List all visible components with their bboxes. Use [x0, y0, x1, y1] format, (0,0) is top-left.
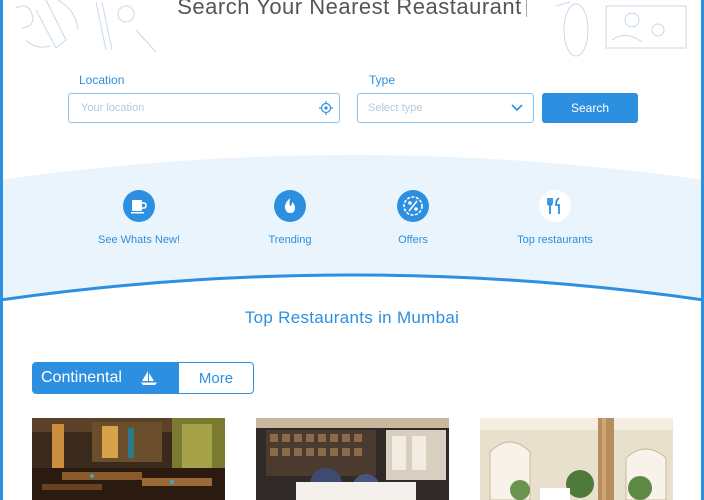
feature-label: See Whats New! — [98, 234, 180, 246]
sailboat-icon — [140, 371, 157, 385]
hero-title: Search Your Nearest Reastaurant — [0, 0, 704, 20]
feature-label: Top restaurants — [517, 234, 593, 246]
chevron-down-icon — [511, 104, 523, 112]
restaurant-card[interactable] — [480, 418, 673, 500]
restaurant-photo — [256, 418, 449, 500]
location-input[interactable] — [79, 101, 303, 115]
hero-title-text: Search Your Nearest Reastaurant — [177, 0, 522, 19]
restaurant-card[interactable] — [256, 418, 449, 500]
restaurant-card[interactable] — [32, 418, 225, 500]
flame-icon — [284, 198, 295, 213]
feature-icon-circle — [539, 190, 571, 222]
feature-icon-circle — [274, 190, 306, 222]
cup-icon — [131, 200, 147, 214]
feature-icon-circle — [397, 190, 429, 222]
restaurant-photo — [32, 418, 225, 500]
restaurant-photo — [480, 418, 673, 500]
search-button[interactable]: Search — [542, 93, 638, 123]
type-select-placeholder: Select type — [368, 102, 423, 114]
category-more-button[interactable]: More — [179, 363, 253, 393]
location-label: Location — [79, 73, 125, 87]
feature-top-restaurants[interactable]: Top restaurants — [480, 190, 630, 246]
category-toggle: Continental More — [32, 362, 254, 394]
text-caret — [525, 0, 527, 17]
percent-badge-icon — [403, 196, 423, 216]
category-active-label: Continental — [41, 369, 122, 386]
feature-label: Offers — [398, 234, 428, 246]
feature-icon-circle — [123, 190, 155, 222]
fork-knife-icon — [547, 197, 560, 214]
location-field[interactable] — [68, 93, 340, 123]
type-select[interactable]: Select type — [357, 93, 534, 123]
crosshair-locate-icon[interactable] — [319, 101, 333, 115]
feature-whats-new[interactable]: See Whats New! — [64, 190, 214, 246]
section-title: Top Restaurants in Mumbai — [244, 308, 460, 327]
feature-offers[interactable]: Offers — [338, 190, 488, 246]
type-label: Type — [369, 73, 396, 87]
category-continental-button[interactable]: Continental — [33, 363, 179, 393]
